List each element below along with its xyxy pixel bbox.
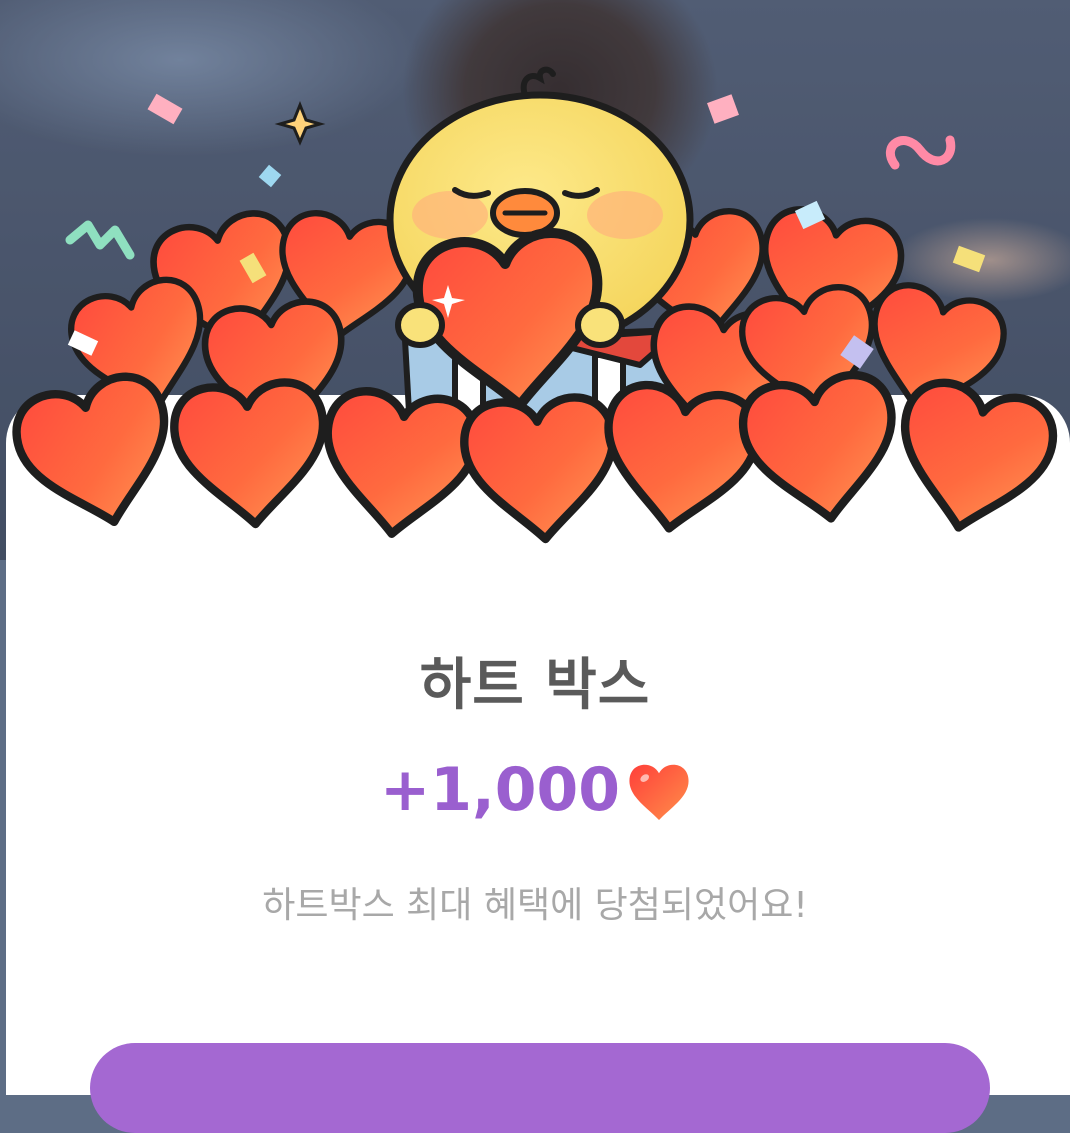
heart-decoration — [8, 369, 186, 540]
heart-decoration — [462, 395, 620, 544]
reward-amount: +1,000 — [379, 755, 621, 825]
popup-title: 하트 박스 — [419, 653, 651, 718]
heart-decoration — [318, 387, 481, 541]
heart-decoration — [886, 376, 1061, 543]
confirm-button[interactable] — [90, 1043, 990, 1133]
heart-decoration — [595, 380, 762, 539]
reward-row: +1,000 — [0, 755, 1070, 825]
heart-box-illustration — [0, 66, 1070, 580]
heart-decoration — [172, 380, 330, 529]
heart-decoration — [738, 370, 905, 529]
heart-icon — [629, 764, 689, 821]
reward-message: 하트박스 최대 혜택에 당첨되었어요! — [262, 885, 808, 926]
